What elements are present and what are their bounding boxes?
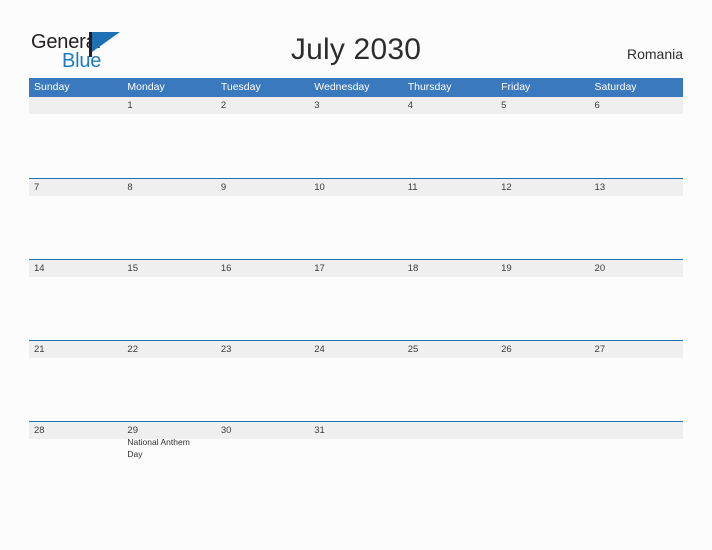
day-number: 30 — [220, 425, 232, 436]
day-cell[interactable] — [496, 422, 589, 502]
day-cell[interactable]: 12 — [496, 179, 589, 259]
day-number — [34, 100, 118, 112]
event-label: National Anthem Day — [127, 437, 190, 459]
day-cell[interactable]: 27 — [590, 341, 683, 421]
calendar-page: General Blue July 2030 Romania Sunday Mo… — [0, 0, 712, 550]
day-cell[interactable]: 2 — [216, 97, 309, 178]
day-number: 2 — [220, 100, 227, 111]
day-cell[interactable]: 10 — [309, 179, 402, 259]
day-cell[interactable]: 4 — [403, 97, 496, 178]
day-cell[interactable]: 13 — [590, 179, 683, 259]
day-cell[interactable]: 28 — [29, 422, 122, 502]
day-cell[interactable] — [403, 422, 496, 502]
day-number: 17 — [314, 263, 325, 274]
day-cell[interactable]: 31 — [309, 422, 402, 502]
day-cell[interactable]: 1 — [122, 97, 215, 178]
weekday-thursday: Thursday — [407, 81, 452, 93]
day-number: 4 — [407, 100, 413, 111]
day-number: 29 — [127, 425, 138, 436]
day-cell[interactable]: 23 — [216, 341, 309, 421]
weekday-sunday: Sunday — [34, 81, 70, 93]
weekday-friday: Friday — [501, 81, 531, 93]
day-cell[interactable]: 18 — [403, 260, 496, 340]
weekday-header-row: Sunday Monday Tuesday Wednesday Thursday… — [29, 78, 683, 97]
day-number: 14 — [34, 263, 45, 274]
region-label: Romania — [626, 46, 683, 62]
day-number: 9 — [220, 182, 227, 193]
day-number — [408, 425, 492, 437]
day-cell[interactable]: 26 — [496, 341, 589, 421]
day-cell[interactable]: 30 — [216, 422, 309, 502]
day-number: 19 — [501, 263, 512, 274]
day-number: 3 — [314, 100, 320, 111]
weekday-monday: Monday — [127, 81, 165, 93]
day-number: 13 — [594, 182, 606, 193]
week-row: 14 15 16 17 18 19 20 — [29, 259, 683, 340]
day-number: 16 — [220, 263, 232, 274]
week-row: 28 29 National Anthem Day 30 31 — [29, 421, 683, 502]
day-number: 8 — [127, 182, 133, 193]
day-events: National Anthem Day — [127, 437, 211, 460]
day-cell[interactable]: 3 — [309, 97, 402, 178]
weekday-tuesday: Tuesday — [220, 81, 261, 93]
day-cell[interactable]: 25 — [403, 341, 496, 421]
day-number: 11 — [407, 182, 418, 193]
day-cell[interactable]: 24 — [309, 341, 402, 421]
day-number: 20 — [594, 263, 606, 274]
calendar-grid: Sunday Monday Tuesday Wednesday Thursday… — [29, 78, 683, 502]
day-number: 28 — [34, 425, 45, 436]
day-number: 25 — [407, 344, 419, 355]
day-cell[interactable]: 21 — [29, 341, 122, 421]
day-number: 18 — [407, 263, 419, 274]
day-number: 21 — [34, 344, 45, 355]
week-row: 1 2 3 4 5 6 — [29, 97, 683, 178]
day-number: 24 — [314, 344, 325, 355]
day-cell[interactable]: 29 National Anthem Day — [122, 422, 215, 502]
day-cell[interactable]: 7 — [29, 179, 122, 259]
day-cell[interactable]: 15 — [122, 260, 215, 340]
week-row: 7 8 9 10 11 12 13 — [29, 178, 683, 259]
day-cell[interactable]: 22 — [122, 341, 215, 421]
day-cell[interactable]: 8 — [122, 179, 215, 259]
day-cell[interactable] — [29, 97, 122, 178]
day-cell[interactable]: 16 — [216, 260, 309, 340]
weekday-saturday: Saturday — [594, 81, 637, 93]
day-number: 31 — [314, 425, 325, 436]
day-number: 22 — [127, 344, 138, 355]
day-number: 26 — [501, 344, 512, 355]
day-number: 1 — [127, 100, 133, 111]
day-number: 6 — [594, 100, 600, 111]
day-cell[interactable]: 19 — [496, 260, 589, 340]
day-number: 10 — [314, 182, 325, 193]
day-number: 23 — [220, 344, 232, 355]
day-number — [501, 425, 585, 437]
day-cell[interactable]: 6 — [590, 97, 683, 178]
page-title: July 2030 — [290, 33, 422, 66]
day-cell[interactable]: 14 — [29, 260, 122, 340]
day-cell[interactable]: 11 — [403, 179, 496, 259]
day-cell[interactable]: 9 — [216, 179, 309, 259]
day-cell[interactable]: 5 — [496, 97, 589, 178]
day-cell[interactable]: 17 — [309, 260, 402, 340]
weekday-wednesday: Wednesday — [314, 81, 370, 93]
day-cell[interactable]: 20 — [590, 260, 683, 340]
day-number: 12 — [501, 182, 512, 193]
day-number: 15 — [127, 263, 138, 274]
day-number: 5 — [501, 100, 507, 111]
page-header: General Blue July 2030 Romania — [0, 0, 712, 76]
day-cell[interactable] — [590, 422, 683, 502]
day-number: 7 — [34, 182, 40, 193]
week-row: 21 22 23 24 25 26 27 — [29, 340, 683, 421]
day-number — [595, 425, 679, 437]
day-number: 27 — [594, 344, 606, 355]
